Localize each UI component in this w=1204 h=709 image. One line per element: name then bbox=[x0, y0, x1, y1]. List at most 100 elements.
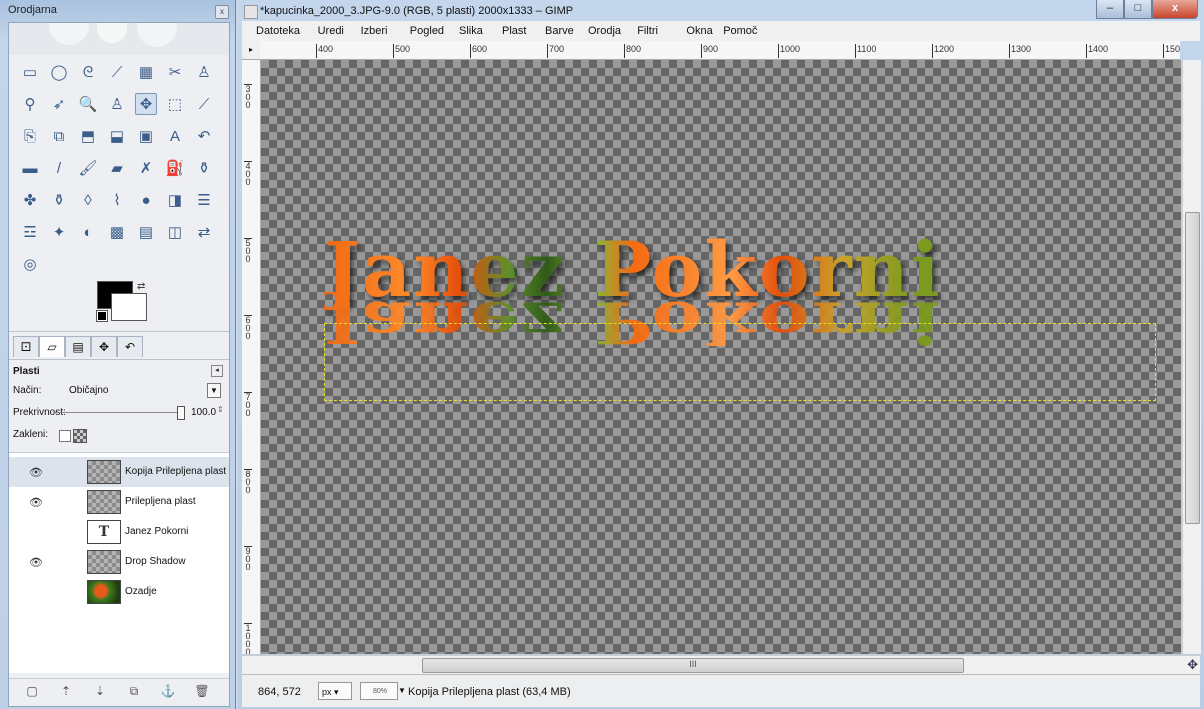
tool-button-21[interactable]: ▬ bbox=[19, 157, 41, 179]
tool-button-32[interactable]: ● bbox=[135, 189, 157, 211]
tool-button-7[interactable]: ⚲ bbox=[19, 93, 41, 115]
wilber-drop-zone[interactable] bbox=[9, 23, 229, 55]
dock-tab-0[interactable]: ⚀ bbox=[13, 336, 39, 357]
tool-button-11[interactable]: ✥ bbox=[135, 93, 157, 115]
menu-9[interactable]: Okna bbox=[686, 25, 712, 37]
new-layer-icon[interactable]: ▢ bbox=[23, 683, 41, 699]
tool-button-37[interactable]: ◐ bbox=[77, 221, 99, 243]
layer-row[interactable]: 👁 Kopija Prilepljena plast bbox=[9, 457, 229, 487]
visibility-eye-icon[interactable]: 👁 bbox=[29, 556, 43, 569]
tool-button-14[interactable]: ⎘ bbox=[19, 125, 41, 147]
color-area[interactable]: ⇄ bbox=[96, 281, 157, 325]
tool-button-25[interactable]: ✗ bbox=[135, 157, 157, 179]
tool-button-2[interactable]: ᘓ bbox=[77, 61, 99, 83]
menu-2[interactable]: Izberi bbox=[361, 25, 388, 37]
layer-name[interactable]: Ozadje bbox=[125, 586, 157, 597]
layer-row[interactable]: T Janez Pokorni bbox=[9, 517, 229, 547]
tool-button-36[interactable]: ✦ bbox=[48, 221, 70, 243]
menu-5[interactable]: Plast bbox=[502, 25, 526, 37]
layer-name[interactable]: Drop Shadow bbox=[125, 556, 186, 567]
duplicate-layer-icon[interactable]: ⧉ bbox=[125, 683, 143, 699]
navigate-icon[interactable]: ✥ bbox=[1187, 657, 1198, 673]
dock-tab-4[interactable]: ↶ bbox=[117, 336, 143, 357]
menu-7[interactable]: Orodja bbox=[588, 25, 621, 37]
tool-button-40[interactable]: ◫ bbox=[164, 221, 186, 243]
tool-button-8[interactable]: ➶ bbox=[48, 93, 70, 115]
layer-name[interactable]: Kopija Prilepljena plast bbox=[125, 466, 226, 477]
tool-button-33[interactable]: ◨ bbox=[164, 189, 186, 211]
visibility-eye-icon[interactable]: 👁 bbox=[29, 466, 43, 479]
zoom-select[interactable]: 80% bbox=[360, 682, 398, 700]
maximize-button[interactable]: □ bbox=[1124, 0, 1152, 19]
panel-menu-icon[interactable]: ◂ bbox=[211, 365, 223, 377]
opacity-spin-icon[interactable]: ⇕ bbox=[217, 405, 224, 414]
lower-layer-icon[interactable]: ⇣ bbox=[91, 683, 109, 699]
tool-button-27[interactable]: ⚱ bbox=[193, 157, 215, 179]
close-button[interactable]: x bbox=[1152, 0, 1198, 19]
unit-select[interactable]: px ▾ bbox=[318, 682, 352, 700]
horizontal-scrollbar-thumb[interactable]: III bbox=[422, 658, 964, 673]
mode-select[interactable]: Običajno bbox=[69, 385, 108, 396]
vertical-scrollbar[interactable] bbox=[1182, 60, 1201, 654]
swap-colors-icon[interactable]: ⇄ bbox=[137, 281, 145, 292]
tool-button-24[interactable]: ▰ bbox=[106, 157, 128, 179]
layer-row[interactable]: 👁 Prilepljena plast bbox=[9, 487, 229, 517]
tool-button-10[interactable]: ♙ bbox=[106, 93, 128, 115]
tool-button-30[interactable]: ◊ bbox=[77, 189, 99, 211]
raise-layer-icon[interactable]: ⇡ bbox=[57, 683, 75, 699]
tool-button-3[interactable]: ⟋ bbox=[106, 61, 128, 83]
menu-0[interactable]: Datoteka bbox=[256, 25, 300, 37]
tool-button-12[interactable]: ⬚ bbox=[164, 93, 186, 115]
default-colors-icon[interactable] bbox=[96, 310, 108, 322]
dock-tab-1[interactable]: ▱ bbox=[39, 336, 65, 357]
tool-button-20[interactable]: ↶ bbox=[193, 125, 215, 147]
menu-4[interactable]: Slika bbox=[459, 25, 483, 37]
tool-button-29[interactable]: ⚱ bbox=[48, 189, 70, 211]
tool-button-28[interactable]: ✤ bbox=[19, 189, 41, 211]
menu-10[interactable]: Pomoč bbox=[723, 25, 757, 37]
tool-button-42[interactable]: ◎ bbox=[19, 253, 41, 275]
minimize-button[interactable]: – bbox=[1096, 0, 1124, 19]
menu-1[interactable]: Uredi bbox=[318, 25, 344, 37]
horizontal-ruler[interactable]: 400 500 600 700 800 900 1000 1100 1200 1300 1400 15… bbox=[260, 41, 1180, 60]
vertical-scrollbar-thumb[interactable] bbox=[1185, 212, 1200, 524]
opacity-slider-track[interactable] bbox=[53, 412, 179, 413]
zoom-dropdown-icon[interactable]: ▼ bbox=[398, 682, 408, 700]
tool-button-22[interactable]: / bbox=[48, 157, 70, 179]
layer-name[interactable]: Janez Pokorni bbox=[125, 526, 188, 537]
tool-button-6[interactable]: ♙ bbox=[193, 61, 215, 83]
tool-button-18[interactable]: ▣ bbox=[135, 125, 157, 147]
tool-button-41[interactable]: ⇄ bbox=[193, 221, 215, 243]
vertical-ruler[interactable]: 300 400 500 600 700 800 900 1000 bbox=[242, 60, 261, 654]
quick-mask-toggle[interactable]: ▸ bbox=[242, 41, 261, 60]
menu-8[interactable]: Filtri bbox=[637, 25, 658, 37]
tool-button-1[interactable]: ◯ bbox=[48, 61, 70, 83]
tool-button-4[interactable]: ▦ bbox=[135, 61, 157, 83]
tool-button-23[interactable]: 🖌 bbox=[77, 157, 99, 179]
mode-dropdown-arrow-icon[interactable]: ▼ bbox=[207, 383, 221, 398]
tool-button-15[interactable]: ⧉ bbox=[48, 125, 70, 147]
toolbox-close-button[interactable]: x bbox=[215, 5, 229, 19]
tool-button-39[interactable]: ▤ bbox=[135, 221, 157, 243]
layer-row[interactable]: Ozadje bbox=[9, 577, 229, 607]
tool-button-31[interactable]: ⌇ bbox=[106, 189, 128, 211]
image-canvas[interactable]: Janez Pokorni Janez Pokorni bbox=[261, 60, 1181, 654]
tool-button-13[interactable]: ⟋ bbox=[193, 93, 215, 115]
lock-pixels-checkbox[interactable] bbox=[59, 430, 71, 442]
tool-button-17[interactable]: ⬓ bbox=[106, 125, 128, 147]
delete-layer-icon[interactable]: 🗑 bbox=[193, 683, 211, 699]
menu-6[interactable]: Barve bbox=[545, 25, 574, 37]
tool-button-38[interactable]: ▩ bbox=[106, 221, 128, 243]
tool-button-35[interactable]: ☲ bbox=[19, 221, 41, 243]
tool-button-26[interactable]: ⛽ bbox=[164, 157, 186, 179]
menu-3[interactable]: Pogled bbox=[410, 25, 444, 37]
opacity-value[interactable]: 100.0 bbox=[191, 407, 216, 418]
dock-tab-3[interactable]: ✥ bbox=[91, 336, 117, 357]
anchor-layer-icon[interactable]: ⚓ bbox=[159, 683, 177, 699]
lock-alpha-icon[interactable] bbox=[73, 429, 87, 443]
background-color-swatch[interactable] bbox=[111, 293, 147, 321]
dock-tab-2[interactable]: ▤ bbox=[65, 336, 91, 357]
layer-row[interactable]: 👁 Drop Shadow bbox=[9, 547, 229, 577]
horizontal-scrollbar[interactable]: III ✥ bbox=[242, 655, 1200, 674]
layer-name[interactable]: Prilepljena plast bbox=[125, 496, 196, 507]
